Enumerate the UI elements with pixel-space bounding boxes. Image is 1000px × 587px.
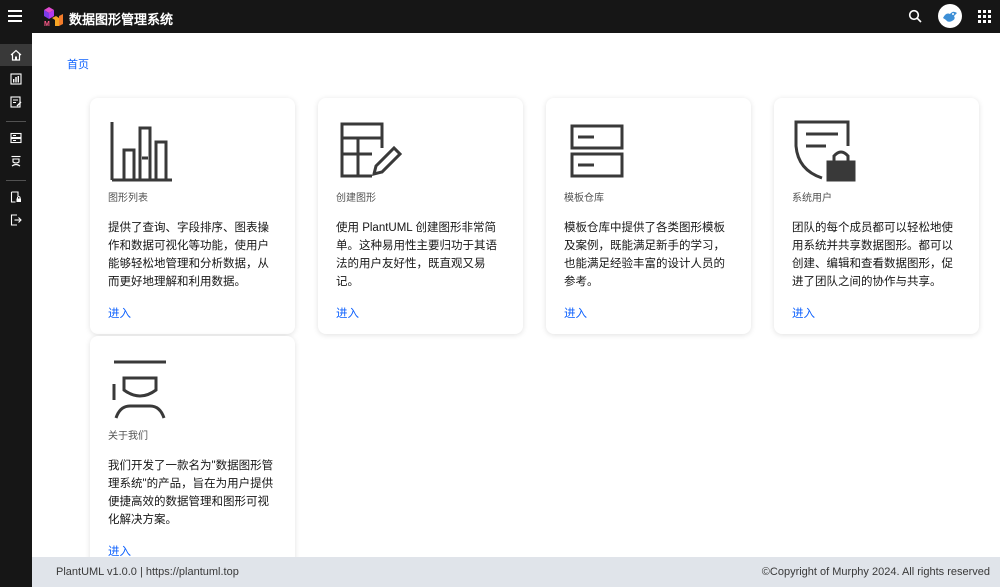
report-icon[interactable] [0,91,32,113]
home-icon[interactable] [0,44,32,66]
svg-text:M: M [44,21,50,28]
card-chart-list: 图形列表 提供了查询、字段排序、图表操作和数据可视化等功能，使用户能够轻松地管理… [90,98,295,334]
shield-lock-icon [792,118,858,184]
bar-chart-icon [108,118,174,184]
card-about-us: 关于我们 我们开发了一款名为"数据图形管理系统"的产品，旨在为用户提供便捷高效的… [90,336,295,572]
footer: PlantUML v1.0.0 | https://plantuml.top ©… [32,557,1000,587]
table-edit-icon [336,118,403,184]
avatar[interactable] [938,4,962,28]
card-create-diagram: 创建图形 使用 PlantUML 创建图形非常简单。这种易用性主要归功于其语法的… [318,98,523,334]
card-description: 使用 PlantUML 创建图形非常简单。这种易用性主要归功于其语法的用户友好性… [336,222,497,288]
logout-icon[interactable] [0,209,32,231]
search-icon[interactable] [908,9,922,23]
card-description: 提供了查询、字段排序、图表操作和数据可视化等功能，使用户能够轻松地管理和分析数据… [108,222,269,288]
card-template-repo: 模板仓库 模板仓库中提供了各类图形模板及案例，既能满足新手的学习，也能满足经验丰… [546,98,751,334]
card-description: 团队的每个成员都可以轻松地使用系统并共享数据图形。都可以创建、编辑和查看数据图形… [792,222,953,288]
enter-link[interactable]: 进入 [564,305,587,321]
file-lock-icon[interactable] [0,186,32,208]
server-icon[interactable] [0,127,32,149]
app-switcher-icon[interactable] [978,10,991,23]
enter-link[interactable]: 进入 [336,305,359,321]
enter-link[interactable]: 进入 [108,305,131,321]
top-bar: M 数据图形管理系统 [0,0,1000,33]
sidebar-divider [6,180,26,181]
app-logo[interactable]: M [42,4,66,28]
menu-icon[interactable] [8,10,22,22]
sidebar-divider [6,121,26,122]
card-label: 关于我们 [108,431,148,442]
app-title[interactable]: 数据图形管理系统 [69,9,173,28]
card-label: 图形列表 [108,193,148,204]
server-stack-icon [564,118,630,184]
card-description: 模板仓库中提供了各类图形模板及案例，既能满足新手的学习，也能满足经验丰富的设计人… [564,222,725,288]
card-system-users: 系统用户 团队的每个成员都可以轻松地使用系统并共享数据图形。都可以创建、编辑和查… [774,98,979,334]
enter-link[interactable]: 进入 [792,305,815,321]
card-description: 我们开发了一款名为"数据图形管理系统"的产品，旨在为用户提供便捷高效的数据管理和… [108,460,274,526]
footer-version: PlantUML v1.0.0 | https://plantuml.top [56,566,239,578]
person-icon [108,356,174,422]
breadcrumb-home[interactable]: 首页 [67,56,89,72]
card-label: 模板仓库 [564,193,604,204]
side-nav [0,33,32,587]
chart-icon[interactable] [0,68,32,90]
user-role-icon[interactable] [0,150,32,172]
card-label: 系统用户 [792,193,832,204]
footer-copyright: ©Copyright of Murphy 2024. All rights re… [761,566,990,578]
card-label: 创建图形 [336,193,376,204]
